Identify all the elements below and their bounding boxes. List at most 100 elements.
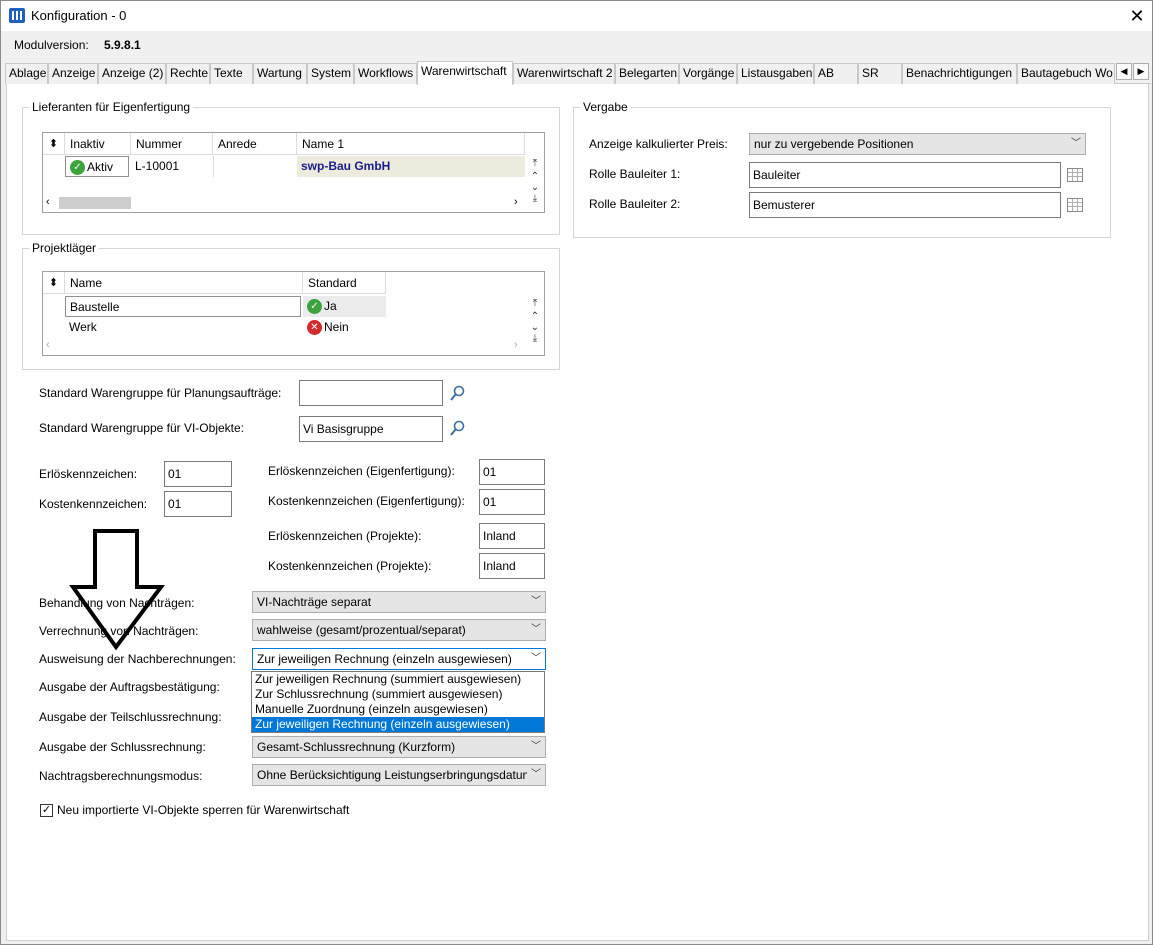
tab-ablage[interactable]: Ablage xyxy=(5,63,48,84)
vertical-scrollbar[interactable]: ⤒ ⌃ ⌄ ⤓ xyxy=(527,298,543,354)
tab-scroll-left-icon[interactable]: ◀ xyxy=(1116,63,1132,80)
search-icon[interactable] xyxy=(449,420,465,438)
warengruppe-vi-field[interactable]: Vi Basisgruppe xyxy=(299,416,443,442)
scroll-left-icon[interactable]: ‹ xyxy=(46,339,50,351)
ausweisung-dropdown-list[interactable]: Zur jeweiligen Rechnung (summiert ausgew… xyxy=(251,671,545,733)
scroll-left-icon[interactable]: ‹ xyxy=(46,196,50,208)
tab-wartung[interactable]: Wartung xyxy=(253,63,307,84)
sperren-checkbox[interactable]: ✓ xyxy=(40,804,53,817)
modulversion-label: Modulversion: xyxy=(14,38,89,52)
tab-workflows[interactable]: Workflows xyxy=(354,63,417,84)
tab-anzeige[interactable]: Anzeige xyxy=(48,63,98,84)
table-row[interactable]: ✓ Aktiv L-10001 swp-Bau GmbH xyxy=(43,156,525,177)
chevron-down-icon: ﹀ xyxy=(531,769,541,780)
scroll-bottom-icon[interactable]: ⤓ xyxy=(527,193,543,206)
vergabe-group: Vergabe Anzeige kalkulierter Preis: nur … xyxy=(573,100,1111,238)
verrechnung-select[interactable]: wahlweise (gesamt/prozentual/separat) ﹀ xyxy=(252,619,546,641)
scroll-thumb[interactable] xyxy=(59,197,131,209)
tab-anzeige-2[interactable]: Anzeige (2) xyxy=(98,63,166,84)
scroll-top-icon[interactable]: ⤒ xyxy=(527,158,543,171)
tab-strip: Ablage Anzeige Anzeige (2) Rechte Texte … xyxy=(5,61,1151,85)
ausweisung-select[interactable]: Zur jeweiligen Rechnung (einzeln ausgewi… xyxy=(252,648,546,670)
dropdown-option[interactable]: Manuelle Zuordnung (einzeln ausgewiesen) xyxy=(252,702,544,717)
modulversion-value: 5.9.8.1 xyxy=(104,38,141,52)
annotation-arrow-icon xyxy=(69,529,165,651)
table-picker-icon[interactable] xyxy=(1067,168,1083,182)
tab-warenwirtschaft[interactable]: Warenwirtschaft xyxy=(417,61,513,85)
erloes-field[interactable]: 01 xyxy=(164,461,232,487)
tab-vorgaenge[interactable]: Vorgänge xyxy=(679,63,737,84)
cell-name[interactable]: Baustelle xyxy=(65,296,301,317)
modus-label: Nachtragsberechnungsmodus: xyxy=(39,769,203,783)
check-icon: ✓ xyxy=(307,299,322,315)
horizontal-scrollbar[interactable]: ‹ › xyxy=(43,339,525,354)
tab-scroll-right-icon[interactable]: ▶ xyxy=(1133,63,1149,80)
sort-icon[interactable]: ⬍ xyxy=(43,133,65,155)
scroll-up-icon[interactable]: ⌃ xyxy=(527,311,543,322)
lieferanten-grid[interactable]: ⬍ Inaktiv Nummer Anrede Name 1 ✓ Aktiv L-… xyxy=(42,132,545,213)
tab-bautagebuch[interactable]: Bautagebuch Wo xyxy=(1017,63,1115,84)
sperren-label: Neu importierte VI-Objekte sperren für W… xyxy=(57,803,350,817)
col-header-name[interactable]: Name xyxy=(65,272,303,294)
config-window: Konfiguration - 0 ✕ Modulversion: 5.9.8.… xyxy=(0,0,1153,945)
horizontal-scrollbar[interactable]: ‹ › xyxy=(43,195,525,211)
scroll-down-icon[interactable]: ⌄ xyxy=(527,182,543,193)
vergabe-title: Vergabe xyxy=(580,100,631,114)
vertical-scrollbar[interactable]: ⤒ ⌃ ⌄ ⤓ xyxy=(527,158,543,212)
chevron-down-icon: ﹀ xyxy=(531,596,541,607)
col-header-nummer[interactable]: Nummer xyxy=(131,133,213,155)
scroll-right-icon[interactable]: › xyxy=(514,196,518,208)
close-button[interactable]: ✕ xyxy=(1123,4,1151,28)
kosten-field[interactable]: 01 xyxy=(164,491,232,517)
ausweisung-label: Ausweisung der Nachberechnungen: xyxy=(39,652,236,666)
tab-belegarten[interactable]: Belegarten xyxy=(615,63,679,84)
preis-select[interactable]: nur zu vergebende Positionen ﹀ xyxy=(749,133,1086,155)
tab-sr[interactable]: SR xyxy=(858,63,902,84)
tab-listausgaben[interactable]: Listausgaben xyxy=(737,63,814,84)
kosten-proj-field[interactable]: Inland xyxy=(479,553,545,579)
kosten-proj-label: Kostenkennzeichen (Projekte): xyxy=(268,559,432,573)
auftrag-label: Ausgabe der Auftragsbestätigung: xyxy=(39,680,220,694)
search-icon[interactable] xyxy=(449,385,465,403)
dropdown-option-selected[interactable]: Zur jeweiligen Rechnung (einzeln ausgewi… xyxy=(252,717,544,732)
tab-warenwirtschaft-2[interactable]: Warenwirtschaft 2 xyxy=(513,63,615,84)
schluss-select[interactable]: Gesamt-Schlussrechnung (Kurzform) ﹀ xyxy=(252,736,546,758)
warengruppe-planung-field[interactable] xyxy=(299,380,443,406)
tab-system[interactable]: System xyxy=(307,63,354,84)
modus-select[interactable]: Ohne Berücksichtigung Leistungserbringun… xyxy=(252,764,546,786)
cell-inaktiv[interactable]: ✓ Aktiv xyxy=(65,156,129,177)
table-row[interactable]: Werk ✕ Nein xyxy=(43,317,525,338)
projektlaeger-grid[interactable]: ⬍ Name Standard Baustelle ✓ Ja Werk ✕ Nein… xyxy=(42,271,545,356)
check-icon: ✓ xyxy=(70,160,85,176)
tab-ab[interactable]: AB xyxy=(814,63,858,84)
erloes-eigen-field[interactable]: 01 xyxy=(479,459,545,485)
tab-benachrichtigungen[interactable]: Benachrichtigungen xyxy=(902,63,1017,84)
cross-icon: ✕ xyxy=(307,320,322,336)
scroll-right-icon[interactable]: › xyxy=(514,339,518,351)
dropdown-option[interactable]: Zur Schlussrechnung (summiert ausgewiese… xyxy=(252,687,544,702)
col-header-anrede[interactable]: Anrede xyxy=(213,133,297,155)
erloes-proj-field[interactable]: Inland xyxy=(479,523,545,549)
teilschluss-label: Ausgabe der Teilschlussrechnung: xyxy=(39,710,222,724)
scroll-bottom-icon[interactable]: ⤓ xyxy=(527,333,543,346)
rolle2-field[interactable]: Bemusterer xyxy=(749,192,1061,218)
behandlung-select[interactable]: VI-Nachträge separat ﹀ xyxy=(252,591,546,613)
col-header-inaktiv[interactable]: Inaktiv xyxy=(65,133,131,155)
table-row[interactable]: Baustelle ✓ Ja xyxy=(43,296,525,317)
erloes-eigen-label: Erlöskennzeichen (Eigenfertigung): xyxy=(268,464,455,478)
scroll-top-icon[interactable]: ⤒ xyxy=(527,298,543,311)
table-picker-icon[interactable] xyxy=(1067,198,1083,212)
scroll-up-icon[interactable]: ⌃ xyxy=(527,171,543,182)
col-header-standard[interactable]: Standard xyxy=(303,272,386,294)
warengruppe-vi-label: Standard Warengruppe für VI-Objekte: xyxy=(39,421,244,435)
dropdown-option[interactable]: Zur jeweiligen Rechnung (summiert ausgew… xyxy=(252,672,544,687)
sort-icon[interactable]: ⬍ xyxy=(43,272,65,294)
tab-texte[interactable]: Texte xyxy=(210,63,253,84)
scroll-down-icon[interactable]: ⌄ xyxy=(527,322,543,333)
col-header-name1[interactable]: Name 1 xyxy=(297,133,525,155)
rolle1-field[interactable]: Bauleiter xyxy=(749,162,1061,188)
tab-rechte[interactable]: Rechte xyxy=(166,63,210,84)
cell-anrede xyxy=(213,156,297,177)
kosten-eigen-field[interactable]: 01 xyxy=(479,489,545,515)
cell-standard: ✓ Ja xyxy=(303,296,386,317)
